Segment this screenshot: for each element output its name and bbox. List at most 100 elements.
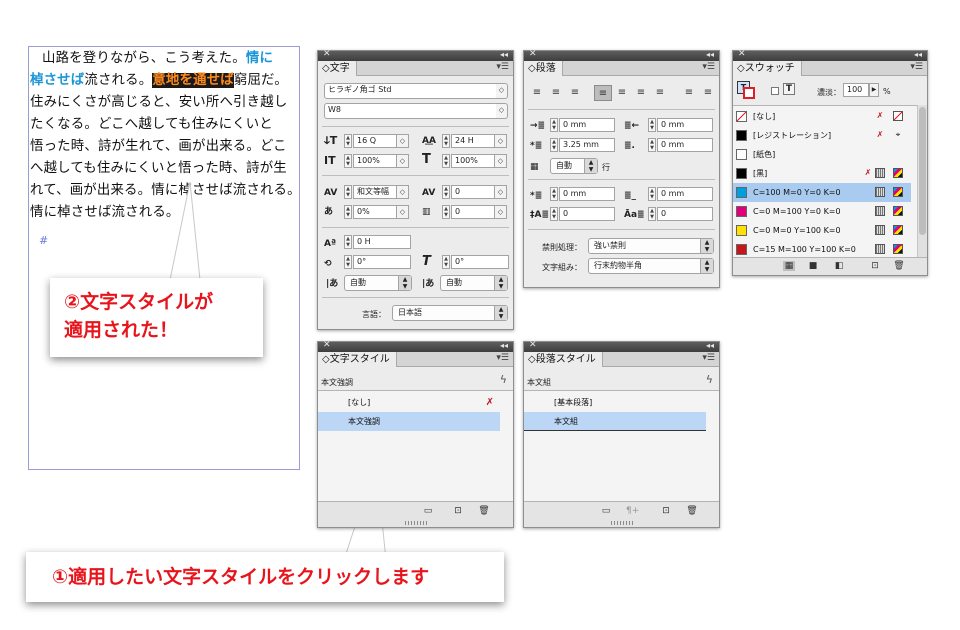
panel-menu-icon[interactable]: ▾☰	[910, 62, 923, 72]
swatch-row[interactable]: [なし] ✗	[733, 107, 911, 126]
new-swatch-icon[interactable]: ⊡	[869, 261, 881, 271]
swatch-row[interactable]: C=100 M=0 Y=0 K=0	[733, 183, 911, 202]
delete-swatch-icon[interactable]: 🗑	[893, 261, 905, 271]
resize-grip-icon[interactable]	[404, 521, 427, 525]
mojisoroe-select-2[interactable]: 自動 ▲ ▼	[440, 275, 508, 291]
panel-titlebar[interactable]: ✕ ◂◂	[524, 49, 719, 61]
first-line-indent-field[interactable]: 3.25 mm	[559, 138, 615, 152]
baseline-shift-stepper[interactable]: ▲ ▼	[344, 235, 352, 249]
font-family-field[interactable]: ヒラギノ角ゴ Std	[324, 83, 498, 99]
clear-overrides-icon[interactable]: ¶+	[626, 506, 639, 516]
tracking-stepper[interactable]: ▲ ▼	[442, 185, 450, 199]
font-style-field[interactable]: W8	[324, 103, 498, 119]
container-format-icon[interactable]	[771, 87, 779, 95]
tracking-field[interactable]: 0	[451, 185, 495, 199]
list-item[interactable]: [なし] ✗	[318, 393, 500, 412]
close-icon[interactable]: ✕	[529, 340, 537, 350]
grid-lines-select[interactable]: 自動 ▲ ▼	[550, 158, 598, 174]
new-style-icon[interactable]: ⊡	[452, 506, 464, 516]
mojikumi-select[interactable]: 行末約物半角 ▲ ▼	[588, 258, 714, 274]
panel-menu-icon[interactable]: ▾☰	[702, 62, 715, 72]
skew-stepper[interactable]: ▲ ▼	[442, 255, 450, 269]
drop-cap-lines-field[interactable]: 0	[559, 207, 615, 221]
tab-paragraph-styles[interactable]: ◇段落スタイル	[524, 352, 603, 367]
tab-character-styles[interactable]: ◇文字スタイル	[318, 352, 397, 367]
swatch-scrollbar[interactable]	[917, 105, 927, 259]
swatch-row[interactable]: C=0 M=100 Y=0 K=0	[733, 202, 911, 221]
leading-dropdown[interactable]: ◇	[495, 134, 507, 148]
left-indent-stepper[interactable]: ▲ ▼	[550, 118, 558, 132]
resize-grip-icon[interactable]	[610, 521, 633, 525]
document-line[interactable]: 悟った時、詩が生れて、画が出来る。どこ	[30, 136, 302, 158]
font-size-field[interactable]: 16 Q	[353, 134, 397, 148]
font-size-dropdown[interactable]: ◇	[397, 134, 409, 148]
swatch-row[interactable]: [黒] ✗	[733, 164, 911, 183]
vertical-scale-dropdown[interactable]: ◇	[397, 154, 409, 168]
list-item[interactable]: [基本段落]	[524, 393, 706, 412]
align-left-button[interactable]: ≡	[528, 85, 546, 101]
swatch-row[interactable]: C=0 M=0 Y=100 K=0	[733, 221, 911, 240]
justify-center-button[interactable]: ≡	[613, 85, 631, 101]
space-before-field[interactable]: 0 mm	[559, 187, 615, 201]
folder-icon[interactable]: ▭	[422, 506, 434, 516]
panel-titlebar[interactable]: ✕ ◂◂	[524, 340, 719, 352]
leading-field[interactable]: 24 H	[451, 134, 495, 148]
collapse-icon[interactable]: ◂◂	[706, 50, 714, 59]
rotation-stepper[interactable]: ▲ ▼	[344, 255, 352, 269]
baseline-shift-field[interactable]: 0 H	[353, 235, 411, 249]
aki-field[interactable]: 0	[451, 205, 495, 219]
panel-titlebar[interactable]: ✕ ◂◂	[318, 340, 513, 352]
tab-paragraph[interactable]: ◇段落	[524, 61, 563, 76]
list-item[interactable]: 本文強調	[318, 412, 500, 431]
panel-menu-icon[interactable]: ▾☰	[496, 62, 509, 72]
document-line[interactable]: 住みにくさが高じると、安い所へ引き越し	[30, 92, 302, 114]
align-center-button[interactable]: ≡	[547, 85, 565, 101]
folder-icon[interactable]: ▭	[600, 506, 612, 516]
kerning-field[interactable]: 和文等幅	[353, 185, 397, 199]
font-size-stepper[interactable]: ▲ ▼	[344, 134, 352, 148]
document-line[interactable]: 棹させば流される。意地を通せば窮屈だ。	[30, 70, 302, 92]
align-right-button[interactable]: ≡	[566, 85, 584, 101]
mojisoroe-select-1[interactable]: 自動 ▲ ▼	[344, 275, 412, 291]
justify-left-button[interactable]: ≡	[594, 85, 612, 101]
scrollbar-thumb[interactable]	[919, 107, 926, 235]
last-line-indent-field[interactable]: 0 mm	[657, 138, 713, 152]
close-icon[interactable]: ✕	[323, 340, 331, 350]
right-indent-field[interactable]: 0 mm	[657, 118, 713, 132]
show-all-swatches-icon[interactable]: ▦	[783, 261, 795, 271]
panel-menu-icon[interactable]: ▾☰	[702, 353, 715, 363]
show-color-swatches-icon[interactable]: ■	[807, 261, 819, 271]
collapse-icon[interactable]: ◂◂	[500, 50, 508, 59]
panel-titlebar[interactable]: ✕ ◂◂	[318, 49, 513, 61]
collapse-icon[interactable]: ◂◂	[706, 341, 714, 350]
text-format-icon[interactable]: T	[783, 83, 795, 95]
tsume-stepper[interactable]: ▲ ▼	[344, 205, 352, 219]
collapse-icon[interactable]: ◂◂	[500, 341, 508, 350]
font-style-dropdown[interactable]: ◇	[496, 103, 508, 119]
drop-cap-lines-stepper[interactable]: ▲ ▼	[550, 207, 558, 221]
tint-field[interactable]: 100	[843, 83, 869, 97]
right-indent-stepper[interactable]: ▲ ▼	[648, 118, 656, 132]
close-icon[interactable]: ✕	[529, 49, 537, 59]
close-icon[interactable]: ✕	[738, 49, 746, 59]
swatch-row[interactable]: [レジストレーション] ✗ ⌖	[733, 126, 911, 145]
last-line-indent-stepper[interactable]: ▲ ▼	[648, 138, 656, 152]
align-towards-spine-button[interactable]: ≡	[680, 85, 698, 101]
panel-menu-icon[interactable]: ▾☰	[496, 353, 509, 363]
vertical-scale-field[interactable]: 100%	[353, 154, 397, 168]
vertical-scale-stepper[interactable]: ▲ ▼	[344, 154, 352, 168]
tab-character[interactable]: ◇文字	[318, 61, 357, 76]
leading-stepper[interactable]: ▲ ▼	[442, 134, 450, 148]
collapse-icon[interactable]: ◂◂	[914, 50, 922, 59]
rotation-field[interactable]: 0°	[353, 255, 411, 269]
drop-cap-chars-field[interactable]: 0	[657, 207, 713, 221]
tint-slider-button[interactable]: ▶	[869, 83, 879, 97]
tab-swatches[interactable]: ◇スウォッチ	[733, 61, 802, 76]
drop-cap-chars-stepper[interactable]: ▲ ▼	[648, 207, 656, 221]
tsume-field[interactable]: 0%	[353, 205, 397, 219]
kerning-dropdown[interactable]: ◇	[397, 185, 409, 199]
space-after-field[interactable]: 0 mm	[657, 187, 713, 201]
align-away-spine-button[interactable]: ≡	[699, 85, 717, 101]
kinsoku-select[interactable]: 強い禁則 ▲ ▼	[588, 238, 714, 254]
delete-style-icon[interactable]: 🗑	[686, 506, 698, 516]
